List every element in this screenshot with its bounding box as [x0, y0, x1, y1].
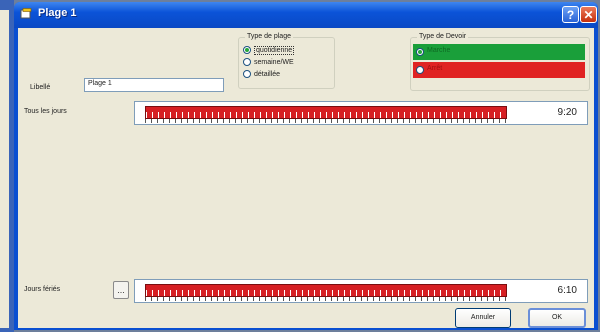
- radio-label: détaillée: [254, 71, 281, 78]
- close-icon: ✕: [583, 8, 594, 22]
- devoir-label: Arrêt: [427, 65, 443, 72]
- title-bar[interactable]: Plage 1 ? ✕: [14, 2, 598, 28]
- libelle-input[interactable]: Plage 1: [84, 78, 224, 92]
- devoir-label: Marche: [427, 47, 451, 54]
- jours-feries-options-button[interactable]: ...: [113, 281, 129, 299]
- timeline-duration: 6:10: [557, 285, 577, 296]
- radio-label: quotidienne: [254, 46, 295, 55]
- ok-button[interactable]: OK: [528, 308, 586, 328]
- type-de-plage-title: Type de plage: [245, 33, 293, 40]
- timeline-jours-feries[interactable]: 6:10: [134, 279, 588, 303]
- dialog-window: Plage 1 ? ✕ Libellé Plage 1 Type de plag…: [14, 2, 598, 330]
- devoir-option-marche[interactable]: Marche: [413, 44, 585, 60]
- timeline-tous-les-jours[interactable]: 9:20: [134, 101, 588, 125]
- close-button[interactable]: ✕: [580, 6, 597, 23]
- help-button[interactable]: ?: [562, 6, 579, 23]
- timeline-bar[interactable]: [145, 106, 507, 119]
- timeline-bar[interactable]: [145, 284, 507, 297]
- timeline-scale: [145, 119, 507, 123]
- cancel-button[interactable]: Annuler: [455, 308, 511, 328]
- type-de-devoir-group: Type de Devoir Marche Arrêt: [410, 33, 590, 91]
- dialog-body: Libellé Plage 1 Type de plage quotidienn…: [18, 28, 594, 328]
- type-de-plage-group: Type de plage quotidienne semaine/WE dét…: [238, 33, 335, 89]
- devoir-option-arret[interactable]: Arrêt: [413, 62, 585, 78]
- radio-button-icon: [416, 48, 424, 56]
- row-label-jours-feries: Jours fériés: [24, 286, 61, 293]
- radio-button-icon: [243, 46, 251, 55]
- libelle-label: Libellé: [30, 84, 51, 91]
- radio-quotidienne[interactable]: quotidienne: [243, 46, 295, 55]
- radio-button-icon: [243, 58, 251, 67]
- background-window-edge: [0, 0, 14, 332]
- radio-detaillee[interactable]: détaillée: [243, 70, 280, 79]
- window-app-icon: [20, 8, 32, 19]
- timeline-scale: [145, 297, 507, 301]
- timeline-duration: 9:20: [557, 107, 577, 118]
- radio-semaine-we[interactable]: semaine/WE: [243, 58, 294, 67]
- help-icon: ?: [566, 8, 575, 22]
- window-title: Plage 1: [38, 7, 77, 19]
- radio-label: semaine/WE: [254, 59, 294, 66]
- type-de-devoir-title: Type de Devoir: [417, 33, 469, 40]
- row-label-tous-les-jours: Tous les jours: [24, 108, 67, 115]
- radio-button-icon: [243, 70, 251, 79]
- radio-button-icon: [416, 66, 424, 74]
